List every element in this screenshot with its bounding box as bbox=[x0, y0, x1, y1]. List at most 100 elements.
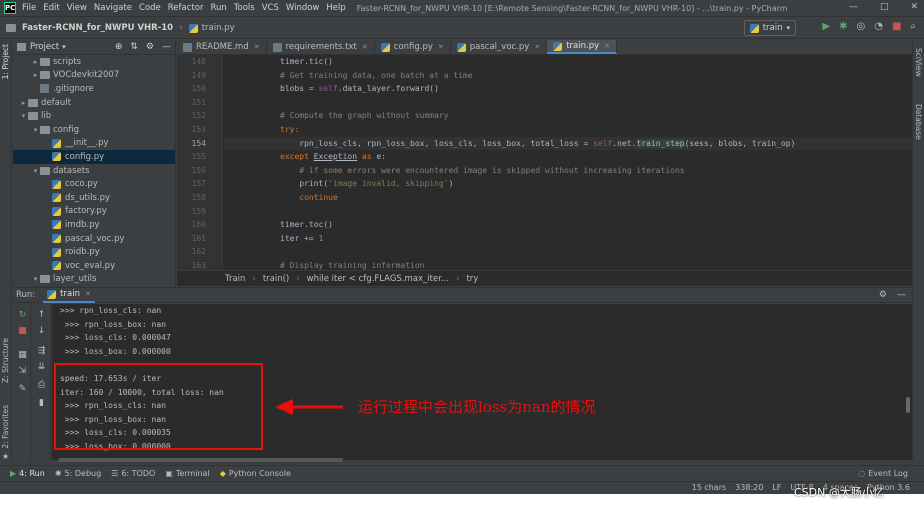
tool-window-database[interactable]: Database bbox=[914, 104, 923, 140]
hide-icon[interactable]: — bbox=[897, 290, 906, 300]
tool-window-project[interactable]: 1: Project bbox=[1, 44, 10, 79]
close-icon[interactable]: ✕ bbox=[534, 43, 540, 51]
search-icon[interactable]: ⌕ bbox=[910, 21, 916, 32]
code-area[interactable]: timer.tic() # Get training data, one bat… bbox=[224, 55, 912, 270]
close-icon[interactable]: ✕ bbox=[254, 43, 260, 51]
chevron-down-icon[interactable]: ▾ bbox=[31, 275, 40, 283]
arrow-up-icon[interactable]: ↑ bbox=[36, 310, 47, 320]
stop-icon[interactable]: ■ bbox=[17, 326, 28, 336]
nav-file[interactable]: train.py bbox=[202, 23, 235, 33]
close-icon[interactable]: ✕ bbox=[362, 43, 368, 51]
chevron-down-icon[interactable]: ▾ bbox=[19, 112, 28, 120]
menu-refactor[interactable]: Refactor bbox=[168, 3, 204, 13]
tree-item[interactable]: .gitignore bbox=[13, 82, 175, 96]
breadcrumb-item[interactable]: train() bbox=[263, 274, 289, 284]
console-horizontal-scrollbar[interactable] bbox=[58, 458, 343, 462]
tree-item[interactable]: __init__.py bbox=[13, 137, 175, 151]
breadcrumb-item[interactable]: try bbox=[466, 274, 478, 284]
debug-icon[interactable]: ✱ bbox=[839, 21, 847, 32]
console-vertical-scrollbar[interactable] bbox=[906, 397, 910, 413]
menu-navigate[interactable]: Navigate bbox=[94, 3, 132, 13]
maximize-icon[interactable]: □ bbox=[880, 2, 889, 12]
tool-window-structure[interactable]: Z: Structure bbox=[1, 338, 10, 383]
nav-project[interactable]: Faster-RCNN_for_NWPU VHR-10 bbox=[22, 23, 173, 33]
tool-window-favorites[interactable]: 2: Favorites bbox=[1, 405, 10, 449]
tree-item[interactable]: ▾ layer_utils bbox=[13, 273, 175, 286]
close-icon[interactable]: ✕ bbox=[604, 42, 610, 50]
collapse-icon[interactable]: ⇅ bbox=[130, 42, 138, 52]
menu-view[interactable]: View bbox=[67, 3, 87, 13]
trash-icon[interactable]: ▮ bbox=[36, 398, 47, 408]
tree-item[interactable]: ▸ VOCdevkit2007 bbox=[13, 69, 175, 83]
restore-icon[interactable]: ⇲ bbox=[17, 366, 28, 376]
tree-item[interactable]: ds_utils.py bbox=[13, 191, 175, 205]
chevron-right-icon[interactable]: ▸ bbox=[19, 99, 28, 107]
layout-icon[interactable]: ▦ bbox=[17, 350, 28, 360]
python-file-icon bbox=[52, 206, 61, 216]
minimize-icon[interactable]: — bbox=[849, 2, 858, 12]
tree-item[interactable]: config.py bbox=[13, 150, 175, 164]
tree-item[interactable]: factory.py bbox=[13, 205, 175, 219]
tab-readme-md[interactable]: README.md ✕ bbox=[177, 40, 267, 54]
tree-item[interactable]: pascal_voc.py bbox=[13, 232, 175, 246]
status-item[interactable]: 338:20 bbox=[735, 483, 763, 492]
menu-window[interactable]: Window bbox=[286, 3, 320, 13]
tree-item[interactable]: ▸ default bbox=[13, 96, 175, 110]
bottom-tool-terminal[interactable]: ▣ Terminal bbox=[165, 469, 209, 478]
soft-wrap-icon[interactable]: ⇶ bbox=[36, 346, 47, 356]
tool-window-sciview[interactable]: SciView bbox=[914, 48, 923, 77]
menu-tools[interactable]: Tools bbox=[234, 3, 255, 13]
tab-config-py[interactable]: config.py ✕ bbox=[375, 40, 451, 54]
coverage-icon[interactable]: ◎ bbox=[856, 21, 865, 32]
print-icon[interactable]: ⎙ bbox=[36, 380, 47, 390]
chevron-down-icon[interactable]: ▾ bbox=[31, 126, 40, 134]
locate-icon[interactable]: ⊕ bbox=[115, 42, 123, 52]
tree-item[interactable]: ▾ config bbox=[13, 123, 175, 137]
close-icon[interactable]: ✕ bbox=[85, 290, 91, 298]
bottom-tool-5-debug[interactable]: ✱ 5: Debug bbox=[55, 469, 101, 478]
event-log-button[interactable]: ◌ Event Log bbox=[858, 469, 908, 478]
status-item[interactable]: 15 chars bbox=[692, 483, 727, 492]
tree-item[interactable]: coco.py bbox=[13, 177, 175, 191]
tree-item[interactable]: roidb.py bbox=[13, 245, 175, 259]
tree-item[interactable]: ▸ scripts bbox=[13, 55, 175, 69]
menu-run[interactable]: Run bbox=[210, 3, 226, 13]
menu-help[interactable]: Help bbox=[326, 3, 345, 13]
tab-requirements-txt[interactable]: requirements.txt ✕ bbox=[267, 40, 375, 54]
project-panel-title[interactable]: Project bbox=[30, 42, 59, 52]
status-item[interactable]: LF bbox=[772, 483, 781, 492]
gear-icon[interactable]: ⚙ bbox=[146, 42, 154, 52]
menu-vcs[interactable]: VCS bbox=[262, 3, 279, 13]
menu-code[interactable]: Code bbox=[139, 3, 161, 13]
chevron-down-icon[interactable]: ▾ bbox=[62, 43, 66, 51]
bottom-tool-4-run[interactable]: ▶ 4: Run bbox=[10, 469, 45, 478]
breadcrumb-item[interactable]: Train bbox=[225, 274, 245, 284]
bottom-tool-6-todo[interactable]: ☰ 6: TODO bbox=[111, 469, 155, 478]
tree-item[interactable]: ▾ lib bbox=[13, 109, 175, 123]
hide-icon[interactable]: — bbox=[162, 42, 171, 52]
chevron-right-icon[interactable]: ▸ bbox=[31, 71, 40, 79]
menu-file[interactable]: File bbox=[22, 3, 36, 13]
menu-edit[interactable]: Edit bbox=[43, 3, 59, 13]
breadcrumb-item[interactable]: while iter < cfg.FLAGS.max_iter... bbox=[307, 274, 449, 284]
run-config-selector[interactable]: train ▾ bbox=[743, 20, 796, 36]
stop-icon[interactable]: ■ bbox=[892, 21, 901, 32]
gear-icon[interactable]: ⚙ bbox=[879, 290, 887, 300]
tab-pascal-voc-py[interactable]: pascal_voc.py ✕ bbox=[451, 40, 548, 54]
run-icon[interactable]: ▶ bbox=[822, 21, 830, 32]
close-icon[interactable]: ✕ bbox=[910, 2, 918, 12]
chevron-down-icon[interactable]: ▾ bbox=[31, 167, 40, 175]
tab-train-py[interactable]: train.py ✕ bbox=[547, 40, 617, 54]
profile-icon[interactable]: ◔ bbox=[874, 21, 883, 32]
tree-item[interactable]: voc_eval.py bbox=[13, 259, 175, 273]
tree-item[interactable]: imdb.py bbox=[13, 218, 175, 232]
bottom-tool-python-console[interactable]: ◆ Python Console bbox=[220, 469, 291, 478]
close-icon[interactable]: ✕ bbox=[438, 43, 444, 51]
rerun-icon[interactable]: ↻ bbox=[17, 310, 28, 320]
arrow-down-icon[interactable]: ↓ bbox=[36, 326, 47, 336]
tree-item[interactable]: ▾ datasets bbox=[13, 164, 175, 178]
chevron-right-icon[interactable]: ▸ bbox=[31, 58, 40, 66]
pin-icon[interactable]: ✎ bbox=[17, 384, 28, 394]
scroll-to-end-icon[interactable]: ⇊ bbox=[36, 362, 47, 372]
run-tab-train[interactable]: train ✕ bbox=[43, 288, 95, 303]
